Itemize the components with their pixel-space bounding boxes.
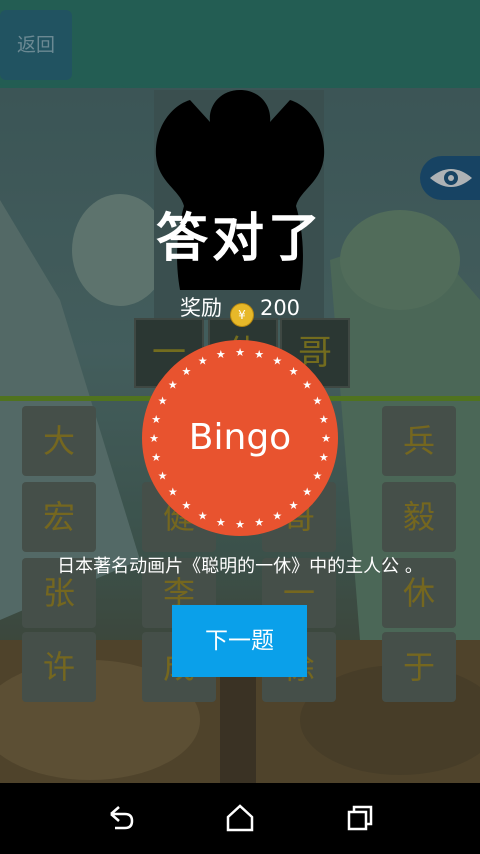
stamp-label: Bingo [188,417,292,458]
back-icon[interactable] [105,803,135,833]
answer-hint: 日本著名动画片《聪明的一休》中的主人公 。 [57,556,423,577]
reward-row: 奖励 ¥200 [0,292,480,327]
recents-icon[interactable] [345,803,375,833]
reward-label: 奖励 [179,296,222,320]
bingo-stamp: ★ ★ ★ ★ ★ ★ ★ ★ ★ ★ ★ ★ ★ ★ ★ ★ ★ ★ ★ ★ ★ ★ ★ ★ ★ ★ ★ ★ Bingo [142,340,338,536]
reward-amount: 200 [259,296,301,320]
system-nav-bar [0,783,480,854]
result-title: 答对了 [155,209,324,269]
home-icon[interactable] [225,803,255,833]
game-screen: 返回 一 休 哥 大 兵 宏 健 哥 毅 张 李 一 休 许 成 徐 于 答对了… [0,0,480,783]
coin-icon: ¥ [229,303,254,327]
next-question-button[interactable]: 下一题 [172,605,307,677]
